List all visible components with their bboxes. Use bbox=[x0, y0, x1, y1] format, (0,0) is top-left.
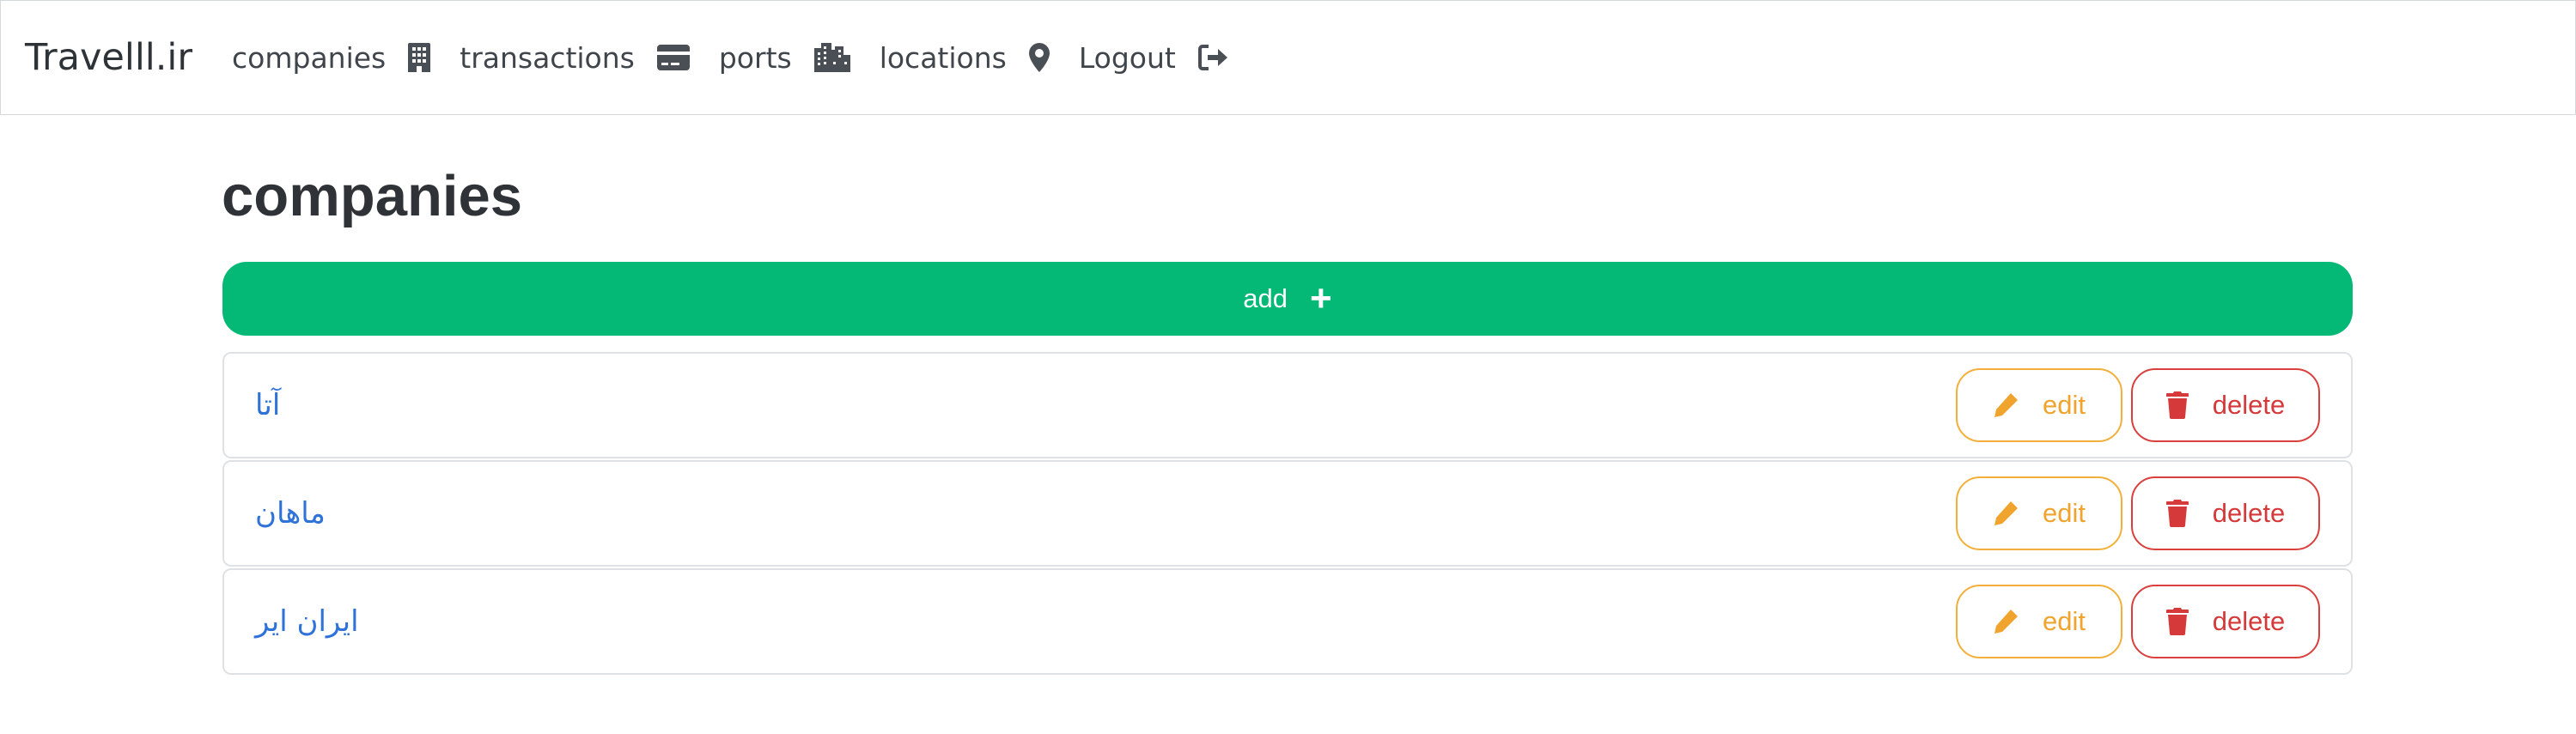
brand-logo[interactable]: Travelll.ir bbox=[25, 36, 192, 79]
edit-label: edit bbox=[2043, 498, 2086, 528]
pencil-icon bbox=[1994, 610, 2018, 634]
sign-out-icon bbox=[1197, 45, 1227, 70]
row-actions: edit delete bbox=[1956, 585, 2320, 658]
delete-label: delete bbox=[2212, 390, 2286, 420]
list-item: آتا edit delete bbox=[222, 352, 2353, 458]
company-name-link[interactable]: ماهان bbox=[255, 496, 326, 531]
nav-item-label: ports bbox=[718, 40, 792, 75]
trash-icon bbox=[2165, 500, 2189, 527]
plus-icon: + bbox=[1310, 277, 1332, 319]
city-icon bbox=[813, 43, 850, 72]
list-item: ماهان edit delete bbox=[222, 460, 2353, 567]
edit-button[interactable]: edit bbox=[1956, 585, 2122, 658]
company-name-link[interactable]: ایران ایر bbox=[255, 604, 359, 639]
company-list: آتا edit delete ماهان edit delete ایران … bbox=[222, 352, 2353, 676]
nav-item-ports[interactable]: ports bbox=[719, 41, 850, 75]
pencil-icon bbox=[1994, 501, 2018, 525]
nav-item-companies[interactable]: companies bbox=[232, 40, 431, 75]
delete-button[interactable]: delete bbox=[2131, 585, 2320, 658]
nav-item-label: locations bbox=[879, 40, 1007, 75]
edit-button[interactable]: edit bbox=[1956, 476, 2122, 550]
edit-label: edit bbox=[2043, 606, 2086, 636]
nav-item-label: transactions bbox=[460, 40, 635, 75]
row-actions: edit delete bbox=[1956, 476, 2320, 550]
delete-label: delete bbox=[2212, 606, 2286, 636]
edit-label: edit bbox=[2043, 390, 2086, 420]
map-marker-icon bbox=[1028, 43, 1050, 72]
add-button-label: add bbox=[1243, 283, 1288, 313]
company-name-link[interactable]: آتا bbox=[255, 388, 280, 422]
add-company-button[interactable]: add + bbox=[222, 262, 2353, 336]
page-title: companies bbox=[222, 164, 523, 228]
pencil-icon bbox=[1994, 393, 2018, 417]
delete-button[interactable]: delete bbox=[2131, 476, 2320, 550]
nav-item-transactions[interactable]: transactions bbox=[460, 41, 690, 75]
edit-button[interactable]: edit bbox=[1956, 368, 2122, 442]
top-navbar: Travelll.ir companies transactions ports… bbox=[0, 0, 2576, 115]
credit-card-icon bbox=[656, 45, 690, 70]
delete-button[interactable]: delete bbox=[2131, 368, 2320, 442]
trash-icon bbox=[2165, 391, 2189, 419]
nav-item-label: Logout bbox=[1078, 40, 1176, 75]
delete-label: delete bbox=[2212, 498, 2286, 528]
nav-item-locations[interactable]: locations bbox=[880, 41, 1050, 75]
building-icon bbox=[408, 43, 431, 72]
trash-icon bbox=[2165, 608, 2189, 635]
nav-item-label: companies bbox=[232, 40, 387, 75]
list-item: ایران ایر edit delete bbox=[222, 568, 2353, 675]
nav-item-logout[interactable]: Logout bbox=[1079, 41, 1227, 75]
row-actions: edit delete bbox=[1956, 368, 2320, 442]
